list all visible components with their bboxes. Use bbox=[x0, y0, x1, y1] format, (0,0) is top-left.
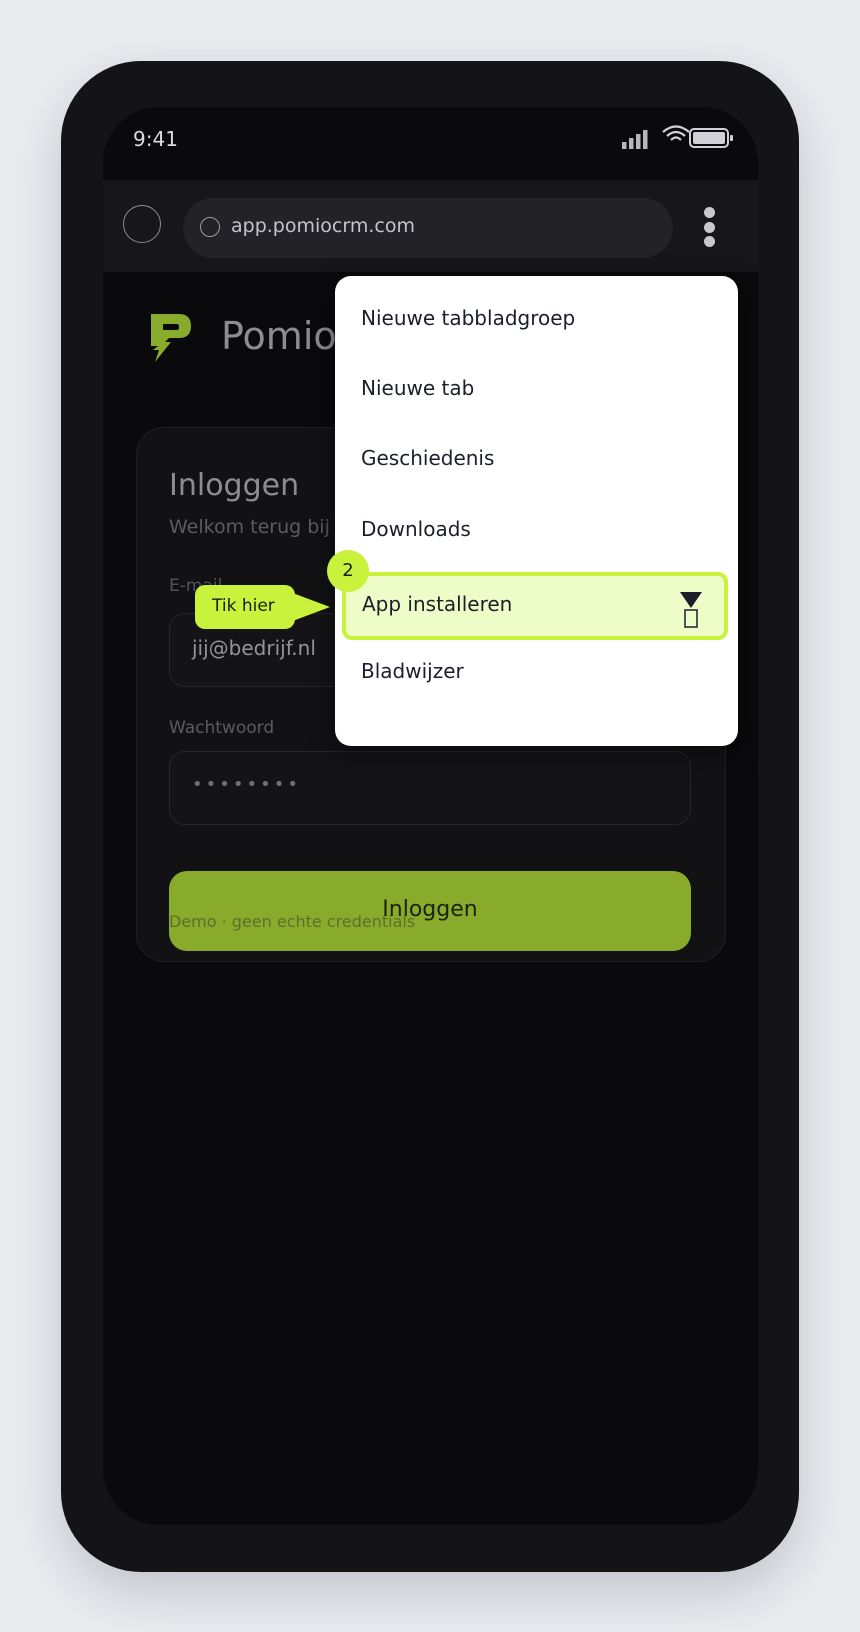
browser-menu-icon[interactable] bbox=[697, 207, 721, 251]
battery-icon bbox=[689, 128, 733, 148]
menu-item-install-app[interactable]: App installeren bbox=[342, 572, 728, 640]
password-field[interactable]: •••••••• bbox=[169, 751, 691, 825]
menu-item-label: Bladwijzer bbox=[361, 659, 464, 683]
step-badge: 2 bbox=[327, 550, 369, 592]
menu-item-label: Nieuwe tabbladgroep bbox=[361, 306, 576, 330]
menu-item-bookmark[interactable]: Bladwijzer bbox=[335, 638, 738, 708]
menu-item-label: Nieuwe tab bbox=[361, 376, 475, 400]
signal-icon bbox=[622, 130, 648, 149]
tab-switcher-icon[interactable] bbox=[123, 205, 161, 243]
password-label: Wachtwoord bbox=[169, 718, 275, 738]
address-bar-url: app.pomiocrm.com bbox=[231, 215, 415, 237]
menu-item-downloads[interactable]: Downloads bbox=[335, 496, 738, 566]
demo-note: Demo · geen echte credentials bbox=[169, 912, 416, 931]
status-bar: 9:41 bbox=[103, 107, 758, 180]
browser-toolbar: app.pomiocrm.com bbox=[103, 180, 758, 272]
menu-item-label: App installeren bbox=[362, 592, 513, 616]
menu-item-label: Geschiedenis bbox=[361, 446, 495, 470]
menu-item-new-tab[interactable]: Nieuwe tab bbox=[335, 355, 738, 425]
browser-overflow-menu: Nieuwe tabbladgroep Nieuwe tab Geschiede… bbox=[335, 276, 738, 746]
brand-logo-icon bbox=[151, 314, 191, 362]
password-field-value: •••••••• bbox=[192, 774, 301, 795]
install-app-icon bbox=[680, 592, 702, 628]
email-field-value: jij@bedrijf.nl bbox=[192, 636, 316, 660]
login-button[interactable]: Inloggen bbox=[169, 871, 691, 951]
wifi-icon bbox=[662, 125, 690, 141]
brand-name: Pomio bbox=[221, 314, 337, 358]
menu-item-new-tab-group[interactable]: Nieuwe tabbladgroep bbox=[335, 285, 738, 355]
callout-pointer bbox=[290, 592, 330, 622]
login-title: Inloggen bbox=[169, 468, 300, 503]
menu-item-label: Downloads bbox=[361, 517, 471, 541]
tap-hint-callout: Tik hier bbox=[195, 585, 295, 629]
status-time: 9:41 bbox=[133, 127, 178, 151]
tap-hint-text: Tik hier bbox=[212, 596, 275, 616]
login-subtitle: Welkom terug bij bbox=[169, 516, 330, 538]
menu-item-history[interactable]: Geschiedenis bbox=[335, 425, 738, 495]
address-bar[interactable]: app.pomiocrm.com bbox=[183, 198, 673, 258]
site-info-icon[interactable] bbox=[200, 217, 220, 237]
